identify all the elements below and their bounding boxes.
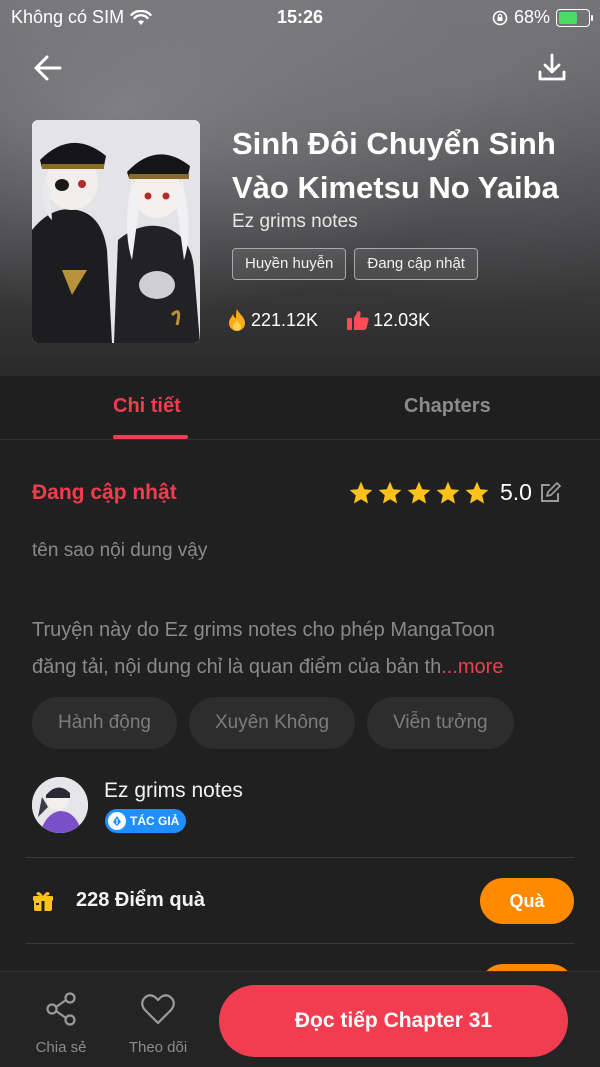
feather-icon xyxy=(108,812,126,830)
book-title-line2: Vào Kimetsu No Yaiba xyxy=(232,170,559,205)
book-title-line1: Sinh Đôi Chuyển Sinh xyxy=(232,126,556,161)
share-icon xyxy=(46,992,76,1026)
share-label: Chia sẻ xyxy=(35,1039,87,1056)
continue-reading-button[interactable]: Đọc tiếp Chapter 31 xyxy=(219,985,568,1057)
bottom-action-bar: Chia sẻ Theo dõi Đọc tiếp Chapter 31 xyxy=(0,971,600,1067)
rating: 5.0 xyxy=(348,479,562,506)
rating-value: 5.0 xyxy=(500,479,532,505)
star-icon xyxy=(465,481,489,504)
book-stats: 221.12K 12.03K xyxy=(226,308,430,332)
heart-icon xyxy=(141,994,175,1025)
tab-detail[interactable]: Chi tiết xyxy=(113,395,181,418)
author-badge-label: TÁC GIẢ xyxy=(130,814,180,828)
gift-row: 228 Điểm quà Quà xyxy=(32,878,574,924)
views-stat: 221.12K xyxy=(226,308,318,332)
genre-list: Hành động Xuyên Không Viễn tưởng xyxy=(32,697,514,749)
author-badge: TÁC GIẢ xyxy=(105,809,187,833)
book-title: Sinh Đôi Chuyển Sinh Vào Kimetsu No Yaib… xyxy=(232,122,582,210)
genre-chip[interactable]: Xuyên Không xyxy=(188,697,356,749)
arrow-left-icon[interactable] xyxy=(30,50,66,86)
author-card[interactable]: Ez grims notes TÁC GIẢ xyxy=(32,777,572,837)
more-link[interactable]: ...more xyxy=(441,656,503,678)
book-cover-image xyxy=(32,120,200,343)
tab-chapters[interactable]: Chapters xyxy=(404,395,491,418)
genre-chip[interactable]: Viễn tưởng xyxy=(367,697,514,749)
star-icon xyxy=(378,481,402,504)
gift-button[interactable]: Quà xyxy=(480,878,574,924)
download-icon[interactable] xyxy=(532,48,572,88)
share-button[interactable]: Chia sẻ xyxy=(26,989,96,1056)
star-icon xyxy=(407,481,431,504)
gift-icon xyxy=(33,892,53,911)
description-line: đăng tải, nội dung chỉ là quan điểm của … xyxy=(32,649,572,686)
book-author[interactable]: Ez grims notes xyxy=(232,211,358,233)
status-right: 68% xyxy=(492,7,593,28)
battery-fill xyxy=(559,11,577,24)
likes-stat: 12.03K xyxy=(346,308,430,332)
likes-count: 12.03K xyxy=(373,309,431,330)
divider xyxy=(26,857,574,858)
edit-icon[interactable] xyxy=(538,481,562,505)
gift-points: 228 Điểm quà xyxy=(76,889,205,911)
avatar[interactable] xyxy=(32,777,88,833)
book-header: Không có SIM 15:26 68% Sinh Đôi Chuyển S… xyxy=(0,0,600,376)
description-text: đăng tải, nội dung chỉ là quan điểm của … xyxy=(32,656,442,678)
follow-button[interactable]: Theo dõi xyxy=(123,989,193,1056)
avatar-image xyxy=(32,777,88,833)
follow-label: Theo dõi xyxy=(128,1039,188,1056)
tag-genre[interactable]: Huyền huyễn xyxy=(232,248,347,280)
book-tags: Huyền huyễn Đang cập nhật xyxy=(232,248,478,280)
update-status: Đang cập nhật xyxy=(32,481,177,504)
book-description: Truyện này do Ez grims notes cho phép Ma… xyxy=(32,612,572,686)
battery-percent: 68% xyxy=(513,7,550,27)
description-line: Truyện này do Ez grims notes cho phép Ma… xyxy=(32,619,495,641)
views-count: 221.12K xyxy=(251,309,319,330)
tab-indicator xyxy=(113,435,188,439)
tab-bar: Chi tiết Chapters xyxy=(0,376,600,440)
battery-icon xyxy=(556,8,593,27)
author-name[interactable]: Ez grims notes xyxy=(104,779,243,803)
thumbs-up-icon xyxy=(347,311,369,330)
book-tagline: tên sao nội dung vậy xyxy=(32,540,208,561)
star-icon xyxy=(436,481,460,504)
tag-status: Đang cập nhật xyxy=(354,248,478,280)
orientation-lock-icon xyxy=(492,10,508,25)
divider xyxy=(26,943,574,944)
star-icon xyxy=(349,481,373,504)
status-bar: Không có SIM 15:26 68% xyxy=(0,0,600,34)
fire-icon xyxy=(229,309,245,331)
cover-illustration xyxy=(32,120,200,343)
rating-stars[interactable] xyxy=(348,480,493,506)
genre-chip[interactable]: Hành động xyxy=(32,697,177,749)
